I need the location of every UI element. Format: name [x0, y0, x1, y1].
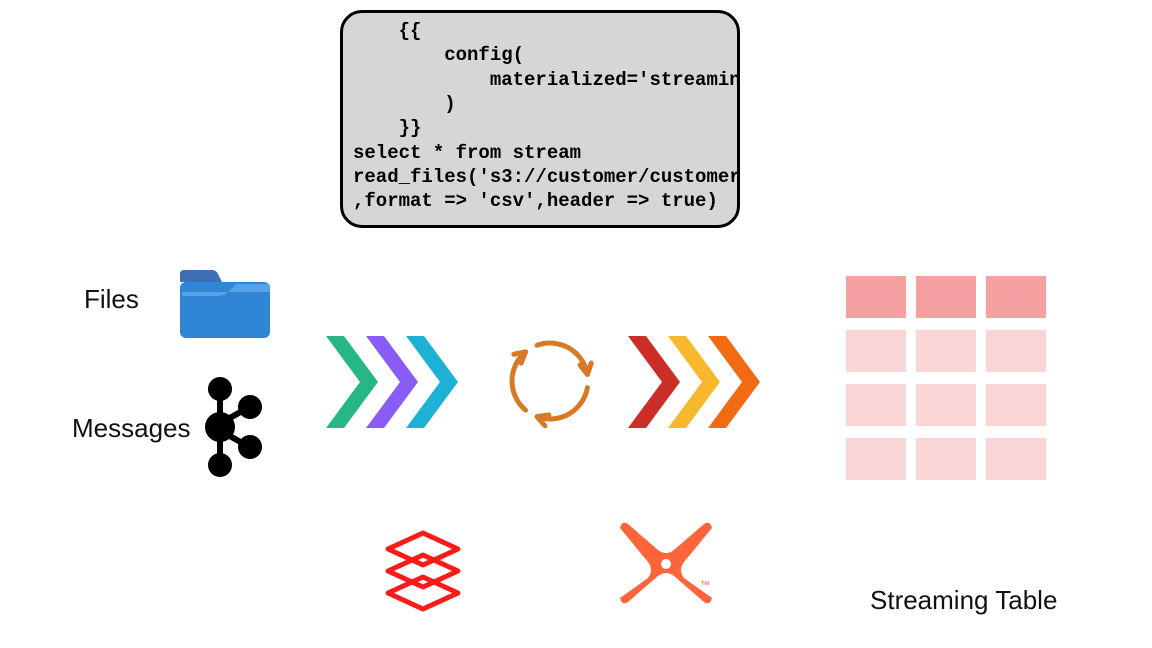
table-cell	[916, 438, 976, 480]
databricks-icon	[378, 515, 468, 620]
code-snippet: {{ config( materialized='streaming_table…	[340, 10, 740, 228]
dbt-icon: ™	[618, 518, 714, 613]
table-cell	[986, 276, 1046, 318]
table-cell	[846, 438, 906, 480]
streaming-table-label: Streaming Table	[870, 585, 1057, 616]
table-cell	[846, 276, 906, 318]
dbt-trademark: ™	[700, 580, 710, 591]
table-cell	[986, 438, 1046, 480]
flow-arrows-left-icon	[326, 332, 476, 437]
files-label: Files	[84, 284, 139, 315]
table-cell	[846, 384, 906, 426]
flow-arrows-right-icon	[628, 332, 778, 437]
table-cell	[916, 330, 976, 372]
kafka-icon	[202, 377, 262, 482]
table-cell	[916, 276, 976, 318]
messages-label: Messages	[72, 413, 191, 444]
refresh-cycle-icon	[495, 326, 605, 441]
table-cell	[986, 384, 1046, 426]
table-cell	[986, 330, 1046, 372]
table-cell	[916, 384, 976, 426]
table-cell	[846, 330, 906, 372]
folder-icon	[178, 268, 272, 340]
